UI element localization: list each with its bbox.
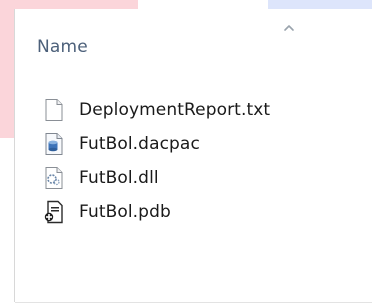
dll-file-icon [45, 167, 63, 189]
list-item[interactable]: FutBol.dacpac [43, 127, 343, 161]
list-item[interactable]: FutBol.dll [43, 161, 343, 195]
name-column-header[interactable]: Name [37, 37, 88, 57]
file-name: DeploymentReport.txt [79, 100, 271, 120]
pdb-file-icon [44, 200, 63, 224]
text-file-icon [45, 99, 63, 121]
file-list: DeploymentReport.txt FutBol.dacpac FutBo… [43, 93, 343, 229]
dacpac-file-icon [45, 133, 63, 155]
pane-bottom-border [15, 302, 372, 303]
sort-ascending-icon[interactable] [283, 23, 295, 33]
file-explorer-screen: Name DeploymentReport.txt FutBol.dacpac … [0, 0, 372, 307]
file-name: FutBol.pdb [79, 202, 171, 222]
file-list-pane: Name DeploymentReport.txt FutBol.dacpac … [14, 9, 372, 303]
file-name: FutBol.dll [79, 168, 159, 188]
file-name: FutBol.dacpac [79, 134, 200, 154]
column-header: Name [15, 9, 372, 79]
list-item[interactable]: DeploymentReport.txt [43, 93, 343, 127]
background-edge [0, 0, 14, 138]
list-item[interactable]: FutBol.pdb [43, 195, 343, 229]
